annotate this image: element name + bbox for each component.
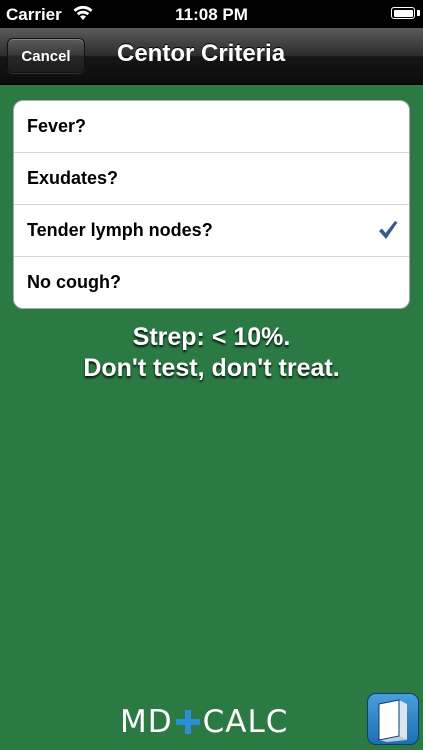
navigation-bar: Cancel Centor Criteria bbox=[0, 28, 423, 85]
status-bar: Carrier 11:08 PM bbox=[0, 0, 423, 28]
reference-book-button[interactable] bbox=[367, 693, 419, 745]
criteria-label: Tender lymph nodes? bbox=[27, 220, 213, 240]
book-icon bbox=[378, 699, 407, 742]
result-line-1: Strep: < 10%. bbox=[132, 323, 291, 351]
status-time: 11:08 PM bbox=[175, 5, 248, 24]
page-title: Centor Criteria bbox=[117, 40, 286, 67]
cancel-button[interactable]: Cancel bbox=[7, 38, 85, 73]
battery-cap bbox=[417, 10, 420, 16]
checkmark-icon bbox=[379, 221, 398, 239]
result-line-2: Don't test, don't treat. bbox=[83, 354, 340, 382]
criteria-label: No cough? bbox=[27, 272, 121, 292]
criteria-label: Fever? bbox=[27, 116, 87, 136]
result-text: Strep: < 10%. Don't test, don't treat. bbox=[0, 322, 423, 384]
criteria-row-no-cough[interactable]: No cough? bbox=[14, 257, 409, 308]
mdcalc-logo: MD CALC bbox=[120, 702, 289, 740]
criteria-label: Exudates? bbox=[27, 168, 119, 188]
criteria-list: Fever? Exudates? Tender lymph nodes? No … bbox=[13, 100, 410, 309]
logo-text-md: MD bbox=[120, 703, 173, 740]
criteria-row-tender-lymph-nodes[interactable]: Tender lymph nodes? bbox=[14, 205, 409, 257]
battery-icon bbox=[391, 7, 415, 19]
criteria-row-fever[interactable]: Fever? bbox=[14, 101, 409, 153]
criteria-row-exudates[interactable]: Exudates? bbox=[14, 153, 409, 205]
plus-icon bbox=[175, 709, 200, 734]
logo-text-calc: CALC bbox=[202, 703, 289, 740]
